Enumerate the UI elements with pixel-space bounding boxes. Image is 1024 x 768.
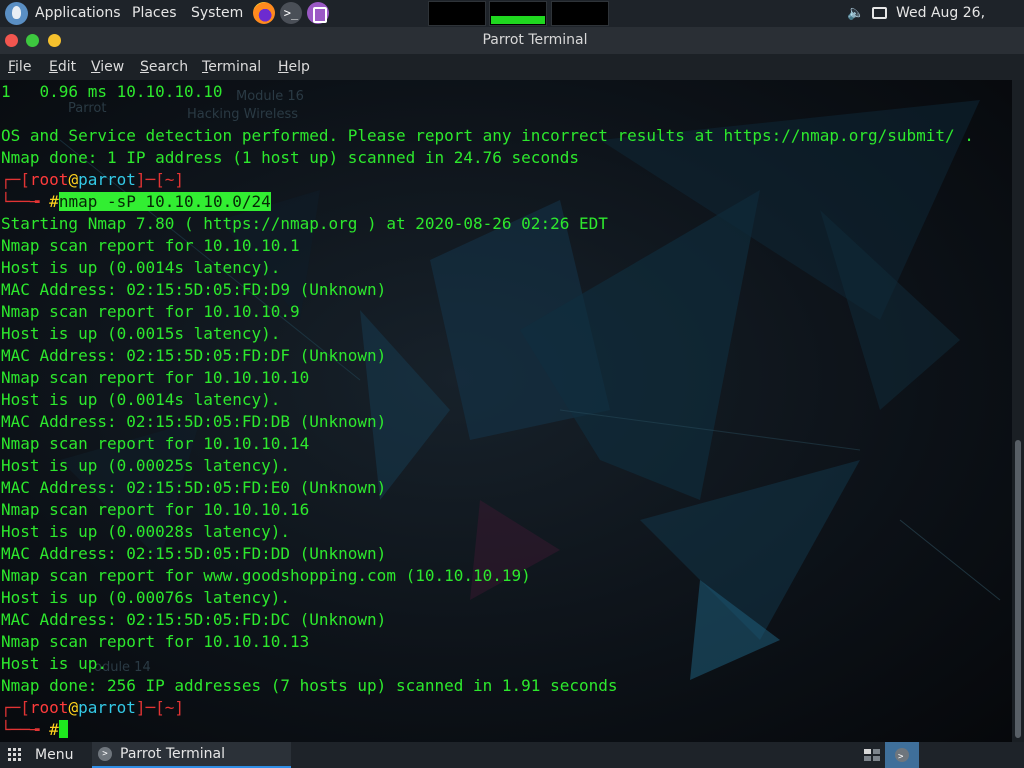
terminal-line: Host is up (0.00025s latency). [1, 456, 290, 475]
terminal-line: OS and Service detection performed. Plea… [1, 126, 974, 145]
terminal-scrollbar[interactable] [1012, 80, 1024, 742]
firefox-icon[interactable] [253, 2, 275, 24]
menu-help-label: elp [288, 59, 310, 75]
terminal-line: Nmap scan report for 10.10.10.10 [1, 368, 310, 387]
top-panel: Applications Places System >_ 🔈 Wed Aug … [0, 0, 1024, 48]
prompt-dir: ~ [164, 698, 175, 717]
cpu-graph-fill [491, 16, 545, 24]
wallpaper-label-module: Module 16 [236, 89, 304, 104]
terminal-line: 1 0.96 ms 10.10.10.10 [1, 82, 223, 101]
display-icon[interactable] [872, 7, 887, 19]
menu-view-mnemonic: V [91, 59, 101, 75]
terminal-line: Nmap scan report for www.goodshopping.co… [1, 566, 531, 585]
menubar: File Edit View Search Terminal Help [0, 54, 1024, 80]
terminal-line: Nmap scan report for 10.10.10.14 [1, 434, 310, 453]
terminal-line: Nmap scan report for 10.10.10.1 [1, 236, 300, 255]
terminal-line: MAC Address: 02:15:5D:05:FD:D9 (Unknown) [1, 280, 387, 299]
applications-menu[interactable]: Applications [35, 0, 121, 27]
menu-view-label: iew [100, 59, 125, 75]
svg-text:>: > [898, 752, 904, 762]
memory-graph[interactable] [551, 1, 609, 26]
terminal-line: MAC Address: 02:15:5D:05:FD:E0 (Unknown) [1, 478, 387, 497]
terminal-line: Nmap scan report for 10.10.10.13 [1, 632, 310, 651]
menu-terminal-label: erminal [208, 59, 262, 75]
menu-terminal[interactable]: Terminal [202, 54, 261, 80]
command-line: └──╼ #nmap -sP 10.10.10.0/24 [1, 192, 271, 211]
bottom-panel: Menu > Parrot Terminal > [0, 742, 1024, 768]
menu-file-mnemonic: F [8, 59, 16, 75]
menu-edit-mnemonic: E [49, 59, 58, 75]
prompt-at: @ [68, 170, 79, 189]
text-cursor [58, 720, 68, 738]
prompt-line: ┌─[root@parrot]─[~] [1, 698, 185, 717]
terminal-line: Host is up. [1, 654, 107, 673]
prompt-host: parrot [78, 698, 136, 717]
volume-icon[interactable]: 🔈 [847, 6, 864, 20]
selected-command[interactable]: nmap -sP 10.10.10.0/24 [58, 192, 271, 211]
terminal-line: Starting Nmap 7.80 ( https://nmap.org ) … [1, 214, 608, 233]
scrollbar-thumb[interactable] [1015, 440, 1021, 738]
terminal-line: Nmap done: 256 IP addresses (7 hosts up)… [1, 676, 618, 695]
terminal-icon: > [98, 747, 112, 761]
terminal-line: Nmap done: 1 IP address (1 host up) scan… [1, 148, 579, 167]
window-titlebar[interactable]: Parrot Terminal [0, 27, 1024, 54]
terminal-line: MAC Address: 02:15:5D:05:FD:DF (Unknown) [1, 346, 387, 365]
places-menu[interactable]: Places [132, 0, 177, 27]
terminal-line: MAC Address: 02:15:5D:05:FD:DC (Unknown) [1, 610, 387, 629]
menu-help-mnemonic: H [278, 59, 289, 75]
network-graph[interactable] [428, 1, 486, 26]
terminal-line: MAC Address: 02:15:5D:05:FD:DD (Unknown) [1, 544, 387, 563]
terminal-line: Nmap scan report for 10.10.10.9 [1, 302, 300, 321]
notes-icon[interactable] [307, 2, 329, 24]
prompt-dir: ~ [164, 170, 175, 189]
menu-view[interactable]: View [91, 54, 124, 80]
active-terminal-tray-icon[interactable]: > [885, 742, 919, 768]
menu-file[interactable]: File [8, 54, 31, 80]
wallpaper-label-parrot: Parrot [68, 101, 107, 116]
terminal-output[interactable]: Parrot Module 16 Hacking Wireless odule … [0, 80, 1012, 742]
menu-file-label: ile [15, 59, 32, 75]
prompt-hash: # [49, 720, 59, 739]
workspace-switcher-icon[interactable] [861, 742, 883, 768]
menu-search-label: earch [148, 59, 189, 75]
menu-edit[interactable]: Edit [49, 54, 76, 80]
grid-menu-icon [8, 748, 24, 762]
system-menu[interactable]: System [191, 0, 243, 27]
menu-search[interactable]: Search [140, 54, 188, 80]
terminal-line: Host is up (0.0014s latency). [1, 258, 281, 277]
terminal-line: Host is up (0.0015s latency). [1, 324, 281, 343]
menu-search-mnemonic: S [140, 59, 149, 75]
cpu-graph[interactable] [489, 1, 547, 26]
prompt-line: ┌─[root@parrot]─[~] [1, 170, 185, 189]
clock[interactable]: Wed Aug 26, 02:27 [896, 0, 1024, 48]
terminal-line: Nmap scan report for 10.10.10.16 [1, 500, 310, 519]
prompt-hash: # [49, 192, 59, 211]
terminal-line: MAC Address: 02:15:5D:05:FD:DB (Unknown) [1, 412, 387, 431]
terminal-line: Host is up (0.00076s latency). [1, 588, 290, 607]
parrot-logo-icon[interactable] [5, 2, 28, 25]
terminal-line: Host is up (0.0014s latency). [1, 390, 281, 409]
prompt-user: root [29, 698, 69, 717]
terminal-icon[interactable]: >_ [280, 2, 302, 24]
prompt-at: @ [68, 698, 79, 717]
taskbar-parrot-terminal[interactable]: > Parrot Terminal [92, 742, 291, 768]
menu-button[interactable]: Menu [8, 742, 73, 768]
command-line[interactable]: └──╼ # [1, 719, 68, 741]
terminal-line: Host is up (0.00028s latency). [1, 522, 290, 541]
menu-help[interactable]: Help [278, 54, 310, 80]
taskbar-label: Parrot Terminal [120, 746, 226, 762]
menu-edit-label: dit [57, 59, 77, 75]
prompt-host: parrot [78, 170, 136, 189]
wallpaper-label-hacking: Hacking Wireless [187, 107, 299, 122]
prompt-user: root [29, 170, 69, 189]
menu-label: Menu [35, 747, 74, 763]
window-title: Parrot Terminal [482, 32, 588, 48]
